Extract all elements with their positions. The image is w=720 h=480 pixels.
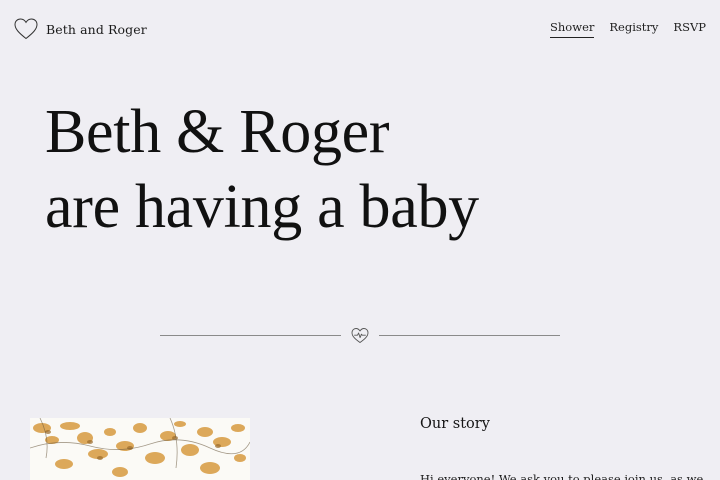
site-header: Beth and Roger Shower Registry RSVP [0,0,720,60]
story-heading: Our story [420,416,490,432]
page: Beth and Roger Shower Registry RSVP Beth… [0,0,720,480]
section-divider [160,324,560,346]
heart-heartbeat-icon [351,327,369,344]
brand-label: Beth and Roger [46,21,147,37]
nav-link-rsvp[interactable]: RSVP [673,20,706,38]
divider-line-left [160,335,341,336]
main-nav: Shower Registry RSVP [550,20,706,38]
story-photo [30,418,250,480]
brand-home-link[interactable]: Beth and Roger [14,17,147,41]
hero-title: Beth & Roger are having a baby [45,95,479,245]
hero-title-line-1: Beth & Roger [45,98,390,166]
hero-title-line-2: are having a baby [45,173,479,241]
nav-link-shower[interactable]: Shower [550,20,595,38]
heart-outline-icon [14,18,38,40]
nav-link-registry[interactable]: Registry [609,20,658,38]
story-body: Hi everyone! We ask you to please join u… [420,472,704,480]
divider-line-right [379,335,560,336]
